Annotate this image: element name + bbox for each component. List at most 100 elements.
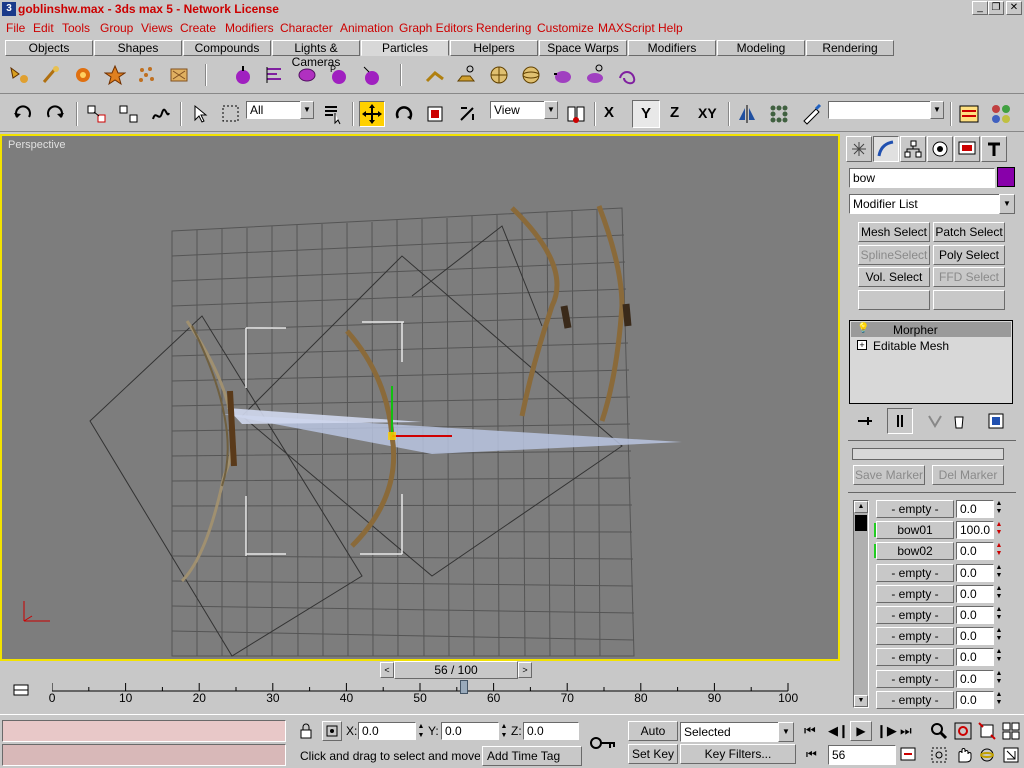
tab-helpers[interactable]: Helpers <box>450 40 538 56</box>
current-frame-field[interactable]: 56 <box>828 745 896 765</box>
motor-icon[interactable] <box>614 62 640 88</box>
region-zoom-icon[interactable] <box>928 744 950 766</box>
play-icon[interactable]: ▶ <box>850 721 872 741</box>
modifier-list-arrow[interactable]: ▼ <box>999 194 1015 214</box>
menu-animation[interactable]: Animation <box>340 21 393 35</box>
zoom-extents-all-icon[interactable] <box>1000 720 1022 742</box>
pivot-center-icon[interactable] <box>563 101 589 127</box>
modifier-list-dropdown[interactable]: Modifier List <box>849 194 1001 214</box>
tab-particles[interactable]: Particles <box>361 40 449 56</box>
pcloud-icon[interactable] <box>134 62 160 88</box>
scroll-down-arrow[interactable]: ▼ <box>854 695 868 707</box>
menu-group[interactable]: Group <box>100 21 133 35</box>
morph-channel-value[interactable]: 0.0 <box>956 627 994 645</box>
prev-frame-arrow[interactable]: < <box>380 662 394 678</box>
scroll-up-arrow[interactable]: ▲ <box>854 501 868 513</box>
x-coordinate-field[interactable]: 0.0 <box>358 722 416 740</box>
zoom-extents-icon[interactable] <box>976 720 998 742</box>
modify-tab-icon[interactable] <box>873 136 899 162</box>
restrict-xy-button[interactable]: XY <box>698 105 717 121</box>
morph-channel-spinner[interactable]: ▲ ▼ <box>994 648 1004 666</box>
redo-icon[interactable] <box>42 101 68 127</box>
time-configuration-icon[interactable] <box>900 746 920 764</box>
morph-channel-spinner[interactable]: ▲ ▼ <box>994 585 1004 603</box>
configure-modifier-sets-icon[interactable] <box>983 408 1009 434</box>
menu-graph-editors[interactable]: Graph Editors <box>399 21 473 35</box>
close-button[interactable]: ✕ <box>1006 1 1022 15</box>
go-to-start-icon[interactable]: ⏮ <box>804 723 816 739</box>
menu-tools[interactable]: Tools <box>62 21 90 35</box>
morph-channel-button[interactable]: bow02 <box>876 542 954 560</box>
morph-channel-button[interactable]: - empty - <box>876 648 954 666</box>
pan-hand-icon[interactable] <box>952 744 974 766</box>
bomb-icon[interactable] <box>358 62 384 88</box>
set-key-button[interactable]: Set Key <box>628 744 678 764</box>
set-key-mode-icon[interactable] <box>588 730 618 756</box>
zoom-all-icon[interactable] <box>952 720 974 742</box>
select-and-scale-icon[interactable] <box>422 101 448 127</box>
spray-icon[interactable] <box>38 62 64 88</box>
channel-scrollbar[interactable]: ▲ ▼ <box>853 500 869 708</box>
minimize-button[interactable]: _ <box>972 1 988 15</box>
morph-channel-value[interactable]: 0.0 <box>956 564 994 582</box>
maxscript-output-mini[interactable] <box>2 744 286 766</box>
auto-key-button[interactable]: Auto Key <box>628 721 678 756</box>
menu-customize[interactable]: Customize <box>537 21 594 35</box>
tab-objects[interactable]: Objects <box>5 40 93 56</box>
poly-select-button[interactable]: Poly Select <box>933 245 1005 265</box>
morph-channel-spinner[interactable]: ▲ ▼ <box>994 670 1004 688</box>
app-icon[interactable]: 3 <box>2 2 16 16</box>
current-frame-indicator[interactable] <box>460 680 469 694</box>
hierarchy-tab-icon[interactable] <box>900 136 926 162</box>
tab-compounds[interactable]: Compounds <box>183 40 271 56</box>
ref-coord-dropdown[interactable]: View <box>490 101 548 119</box>
key-filters-button[interactable]: Key Filters... <box>680 744 796 764</box>
named-selection-arrow[interactable]: ▼ <box>930 101 944 119</box>
morph-channel-button[interactable]: - empty - <box>876 606 954 624</box>
mesh-select-button[interactable]: Mesh Select <box>858 222 930 242</box>
bind-space-warp-icon[interactable] <box>148 101 174 127</box>
menu-character[interactable]: Character <box>280 21 333 35</box>
select-and-rotate-icon[interactable] <box>391 101 417 127</box>
parray-icon[interactable] <box>166 62 192 88</box>
morph-channel-spinner[interactable]: ▲ ▼ <box>994 500 1004 518</box>
time-slider[interactable]: 56 / 100 <box>394 661 518 679</box>
stack-item-editable-mesh[interactable]: + Editable Mesh <box>851 338 1011 353</box>
morph-channel-button[interactable]: - empty - <box>876 627 954 645</box>
sdeflector-icon[interactable] <box>486 62 512 88</box>
stack-item-morpher[interactable]: 💡 Morpher <box>851 322 1011 337</box>
mirror-icon[interactable] <box>734 101 760 127</box>
make-unique-icon[interactable] <box>922 408 948 434</box>
menu-modifiers[interactable]: Modifiers <box>225 21 274 35</box>
morph-channel-value[interactable]: 0.0 <box>956 648 994 666</box>
arc-rotate-icon[interactable] <box>976 744 998 766</box>
morph-channel-value[interactable]: 100.0 <box>956 521 994 539</box>
undo-icon[interactable] <box>10 101 36 127</box>
ref-coord-arrow[interactable]: ▼ <box>544 101 558 119</box>
select-by-name-icon[interactable] <box>320 101 346 127</box>
array-icon[interactable] <box>766 101 792 127</box>
add-time-tag-button[interactable]: Add Time Tag <box>482 746 582 766</box>
select-and-manipulate-icon[interactable] <box>454 101 480 127</box>
morph-channel-spinner[interactable]: ▲ ▼ <box>994 606 1004 624</box>
morph-channel-spinner[interactable]: ▲ ▼ <box>994 542 1004 560</box>
open-mini-curve-editor-icon[interactable] <box>8 680 34 700</box>
menu-rendering[interactable]: Rendering <box>476 21 531 35</box>
next-frame-icon[interactable]: ❙▶ <box>876 723 897 739</box>
morph-channel-spinner[interactable]: ▲ ▼ <box>994 521 1004 539</box>
snow-icon[interactable] <box>70 62 96 88</box>
del-marker-button[interactable]: Del Marker <box>932 465 1004 485</box>
menu-help[interactable]: Help <box>658 21 683 35</box>
vol-select-button[interactable]: Vol. Select <box>858 267 930 287</box>
patch-select-button[interactable]: Patch Select <box>933 222 1005 242</box>
zoom-icon[interactable] <box>928 720 950 742</box>
tab-modeling[interactable]: Modeling <box>717 40 805 56</box>
lock-selection-icon[interactable] <box>296 720 316 742</box>
tab-space-warps[interactable]: Space Warps <box>539 40 627 56</box>
remove-modifier-icon[interactable] <box>946 408 972 434</box>
select-object-icon[interactable] <box>186 101 212 127</box>
selection-filter-dropdown[interactable]: All <box>246 101 302 119</box>
maxscript-listener-mini[interactable] <box>2 720 286 742</box>
morph-channel-spinner[interactable]: ▲ ▼ <box>994 691 1004 709</box>
morph-channel-button[interactable]: - empty - <box>876 500 954 518</box>
